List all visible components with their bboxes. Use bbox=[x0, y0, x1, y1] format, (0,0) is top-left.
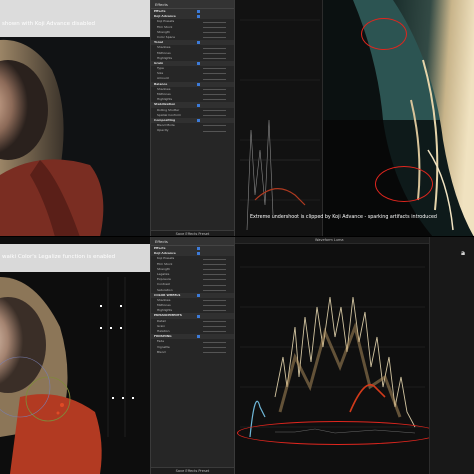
enable-checkbox[interactable] bbox=[197, 252, 200, 256]
parameter-slider[interactable] bbox=[203, 21, 226, 23]
corner-label: a bbox=[461, 250, 466, 257]
parameter-row[interactable]: Opacity bbox=[151, 128, 234, 133]
enable-checkbox[interactable] bbox=[197, 119, 200, 123]
enable-checkbox[interactable] bbox=[197, 82, 200, 86]
waveform-scope-bottom: Waveform Luma bbox=[235, 237, 430, 474]
parameter-row[interactable]: Blend bbox=[151, 350, 234, 355]
top-comparison-panel: shown with Koji Advance disabled Effects… bbox=[0, 0, 474, 237]
parameter-slider[interactable] bbox=[203, 305, 226, 307]
viewer-top-right bbox=[323, 0, 474, 237]
parameter-slider[interactable] bbox=[203, 68, 226, 70]
viewer-top: shown with Koji Advance disabled bbox=[0, 0, 150, 237]
save-preset-button[interactable]: Save Effects Preset bbox=[151, 467, 234, 474]
enable-checkbox[interactable] bbox=[197, 293, 200, 297]
enable-checkbox[interactable] bbox=[197, 103, 200, 107]
parameter-slider[interactable] bbox=[203, 99, 226, 101]
parameter-slider[interactable] bbox=[203, 73, 226, 75]
highlight-circle-lower bbox=[375, 166, 433, 202]
parameter-slider[interactable] bbox=[203, 346, 226, 348]
parameter-slider[interactable] bbox=[203, 351, 226, 353]
top-scope-caption: Extreme undershoot is clipped by Koji Ad… bbox=[250, 215, 437, 220]
enable-checkbox[interactable] bbox=[197, 15, 200, 19]
parameter-slider[interactable] bbox=[203, 78, 226, 80]
enable-checkbox[interactable] bbox=[197, 41, 200, 45]
parameter-slider[interactable] bbox=[203, 268, 226, 270]
parameter-slider[interactable] bbox=[203, 52, 226, 54]
parameter-slider[interactable] bbox=[203, 94, 226, 96]
parameter-slider[interactable] bbox=[203, 289, 226, 291]
enable-checkbox[interactable] bbox=[197, 335, 200, 339]
inspector-top: Effects Effects Koji Advance Koji Presets F… bbox=[150, 0, 235, 237]
waveform-scope-top bbox=[235, 0, 323, 237]
inspector-bottom: Effects Effects Koji Advance Koji Presets F… bbox=[150, 237, 235, 474]
parameter-slider[interactable] bbox=[203, 320, 226, 322]
parameter-slider[interactable] bbox=[203, 114, 226, 116]
inspector-title: Effects bbox=[151, 0, 234, 9]
clipping-highlight-circle bbox=[237, 421, 429, 445]
parameter-slider[interactable] bbox=[203, 274, 226, 276]
inspector-rows: Effects Koji Advance Koji Presets Film Stoc… bbox=[151, 9, 234, 134]
parameter-slider[interactable] bbox=[203, 31, 226, 33]
comparison-screenshot: shown with Koji Advance disabled Effects… bbox=[0, 0, 474, 474]
parameter-slider[interactable] bbox=[203, 109, 226, 111]
parameter-label: Blend bbox=[157, 349, 166, 354]
parameter-slider[interactable] bbox=[203, 47, 226, 49]
enable-checkbox[interactable] bbox=[197, 10, 200, 14]
bottom-comparison-panel: waiki Color's Legalize function is enabl… bbox=[0, 237, 474, 474]
top-caption: shown with Koji Advance disabled bbox=[2, 21, 95, 27]
parameter-slider[interactable] bbox=[203, 89, 226, 90]
parameter-slider[interactable] bbox=[203, 326, 226, 327]
parameter-slider[interactable] bbox=[203, 331, 226, 333]
enable-checkbox[interactable] bbox=[197, 247, 200, 251]
parameter-slider[interactable] bbox=[203, 26, 226, 28]
parameter-slider[interactable] bbox=[203, 57, 226, 59]
parameter-slider[interactable] bbox=[203, 310, 226, 312]
parameter-label: Opacity bbox=[157, 128, 169, 133]
waveform-plot-top bbox=[235, 0, 322, 237]
bottom-caption: waiki Color's Legalize function is enabl… bbox=[2, 254, 116, 260]
parameter-slider[interactable] bbox=[203, 130, 226, 132]
enable-checkbox[interactable] bbox=[197, 314, 200, 318]
enable-checkbox[interactable] bbox=[197, 62, 200, 66]
parameter-slider[interactable] bbox=[203, 263, 226, 265]
video-frame-top bbox=[0, 0, 150, 237]
parameter-slider[interactable] bbox=[203, 341, 226, 343]
parameter-slider[interactable] bbox=[203, 279, 226, 281]
bottom-right-panel: a bbox=[430, 237, 474, 474]
inspector-rows: Effects Koji Advance Koji Presets Film Stoc… bbox=[151, 246, 234, 355]
parameter-slider[interactable] bbox=[203, 125, 226, 127]
inspector-title: Effects bbox=[151, 237, 234, 246]
parameter-slider[interactable] bbox=[203, 300, 226, 302]
parameter-slider[interactable] bbox=[203, 258, 226, 260]
video-frame-bottom bbox=[0, 237, 150, 474]
viewer-bottom: waiki Color's Legalize function is enabl… bbox=[0, 237, 150, 474]
highlight-circle-upper bbox=[361, 18, 407, 50]
parameter-slider[interactable] bbox=[203, 284, 226, 286]
parameter-slider[interactable] bbox=[203, 37, 226, 39]
